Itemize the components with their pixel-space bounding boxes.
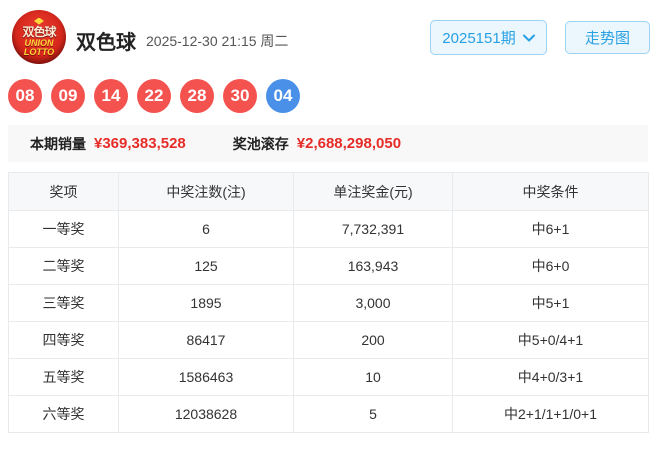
cell-prize: 二等奖 — [8, 247, 119, 285]
column-header: 单注奖金(元) — [293, 172, 453, 211]
column-header: 中奖条件 — [452, 172, 649, 211]
drawn-numbers: 08 09 14 22 28 30 04 — [8, 79, 300, 113]
cell-amount: 163,943 — [293, 247, 453, 285]
cell-amount: 200 — [293, 321, 453, 359]
logo-text-cn: 双色球 — [22, 24, 56, 39]
cell-condition: 中4+0/3+1 — [452, 358, 649, 396]
cell-condition: 中6+0 — [452, 247, 649, 285]
sales-value: ¥369,383,528 — [94, 135, 186, 152]
cell-condition: 中6+1 — [452, 210, 649, 248]
cell-condition: 中2+1/1+1/0+1 — [452, 395, 649, 433]
union-lotto-logo: 双色球 UNION LOTTO — [12, 10, 66, 64]
cell-prize: 四等奖 — [8, 321, 119, 359]
issue-select-value: 2025151期 — [442, 30, 516, 47]
cell-amount: 5 — [293, 395, 453, 433]
column-header: 奖项 — [8, 172, 119, 211]
page-title: 双色球 — [76, 32, 136, 54]
prize-table: 奖项 中奖注数(注) 单注奖金(元) 中奖条件 一等奖 6 7,732,391 中6+1 二等… — [8, 172, 649, 433]
red-ball: 08 — [8, 79, 42, 113]
logo-text-lotto: LOTTO — [23, 46, 55, 57]
cell-prize: 五等奖 — [8, 358, 119, 396]
table-row: 四等奖 86417 200 中5+0/4+1 — [8, 321, 649, 359]
cell-amount: 3,000 — [293, 284, 453, 322]
table-row: 三等奖 1895 3,000 中5+1 — [8, 284, 649, 322]
red-ball: 30 — [223, 79, 257, 113]
logo-emblem-icon — [34, 17, 44, 25]
prize-table-body: 一等奖 6 7,732,391 中6+1 二等奖 125 163,943 中6+0 三等奖 189… — [8, 210, 649, 433]
cell-prize: 六等奖 — [8, 395, 119, 433]
cell-count: 125 — [118, 247, 294, 285]
cell-prize: 三等奖 — [8, 284, 119, 322]
column-header: 中奖注数(注) — [118, 172, 294, 211]
draw-datetime: 2025-12-30 21:15 周二 — [146, 33, 289, 49]
pool-label: 奖池滚存 — [232, 135, 289, 152]
cell-count: 12038628 — [118, 395, 294, 433]
table-row: 二等奖 125 163,943 中6+0 — [8, 247, 649, 285]
cell-count: 86417 — [118, 321, 294, 359]
prize-table-header: 奖项 中奖注数(注) 单注奖金(元) 中奖条件 — [8, 172, 649, 211]
cell-count: 6 — [118, 210, 294, 248]
sales-label: 本期销量 — [30, 135, 86, 152]
red-ball: 14 — [94, 79, 128, 113]
chevron-down-icon — [522, 34, 535, 41]
cell-condition: 中5+0/4+1 — [452, 321, 649, 359]
red-ball: 09 — [51, 79, 85, 113]
table-row: 六等奖 12038628 5 中2+1/1+1/0+1 — [8, 395, 649, 433]
cell-count: 1586463 — [118, 358, 294, 396]
red-ball: 28 — [180, 79, 214, 113]
stats-bar: 本期销量 ¥369,383,528 奖池滚存 ¥2,688,298,050 — [8, 125, 648, 162]
trend-chart-button[interactable]: 走势图 — [565, 21, 650, 54]
table-row: 五等奖 1586463 10 中4+0/3+1 — [8, 358, 649, 396]
cell-amount: 7,732,391 — [293, 210, 453, 248]
red-ball: 22 — [137, 79, 171, 113]
cell-prize: 一等奖 — [8, 210, 119, 248]
pool-value: ¥2,688,298,050 — [296, 135, 402, 152]
issue-select-dropdown[interactable]: 2025151期 — [430, 20, 547, 55]
cell-count: 1895 — [118, 284, 294, 322]
table-row: 一等奖 6 7,732,391 中6+1 — [8, 210, 649, 248]
lottery-results-page: 双色球 UNION LOTTO 双色球 2025-12-30 21:15 周二 … — [0, 0, 659, 449]
cell-amount: 10 — [293, 358, 453, 396]
prize-table-header-row: 奖项 中奖注数(注) 单注奖金(元) 中奖条件 — [8, 172, 649, 211]
blue-ball: 04 — [266, 79, 300, 113]
cell-condition: 中5+1 — [452, 284, 649, 322]
